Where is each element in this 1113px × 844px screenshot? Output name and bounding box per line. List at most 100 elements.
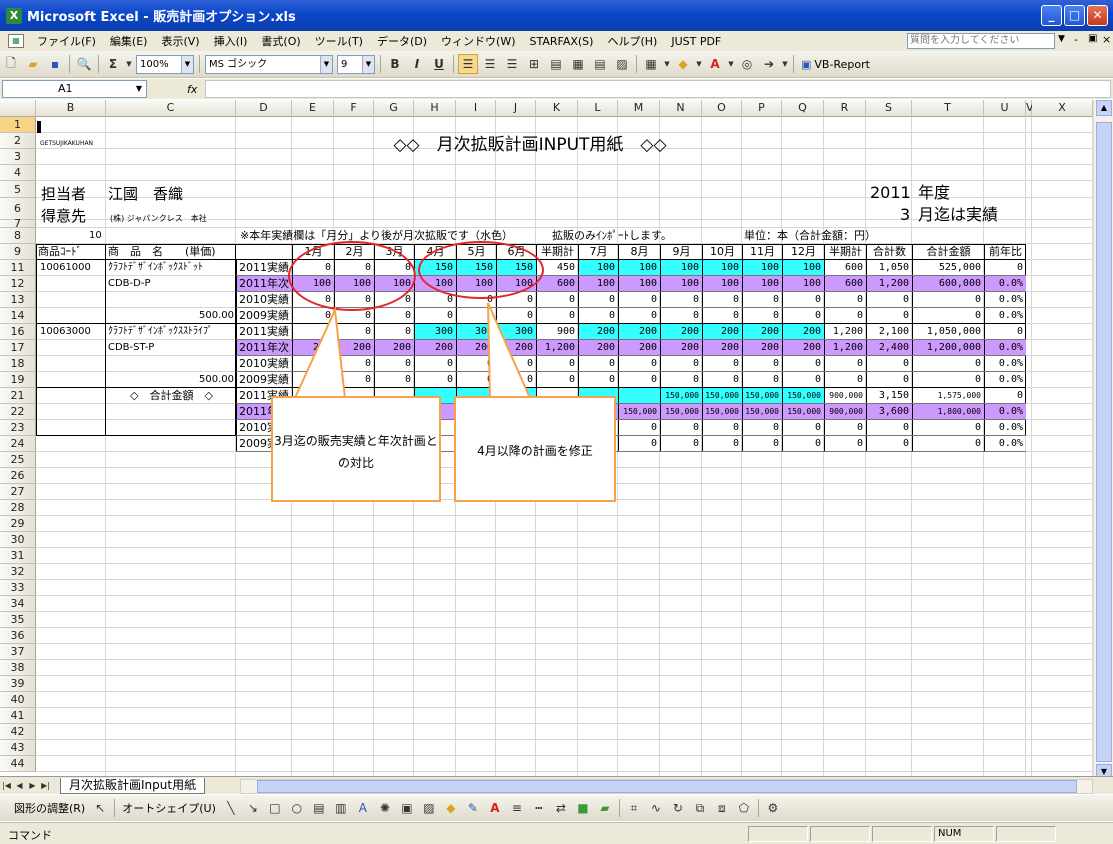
value-cell[interactable]: 1,200 bbox=[824, 324, 866, 340]
line-color-icon[interactable]: ✎ bbox=[463, 798, 483, 818]
row-header-16[interactable]: 16 bbox=[0, 324, 36, 340]
value-cell[interactable]: 150,000 bbox=[782, 388, 824, 404]
value-cell[interactable]: 0 bbox=[742, 420, 782, 436]
column-header-g[interactable]: G bbox=[374, 100, 414, 117]
close-button[interactable]: ✕ bbox=[1087, 5, 1108, 26]
value-cell[interactable]: 0 bbox=[866, 292, 912, 308]
value-cell[interactable]: 0 bbox=[292, 372, 334, 388]
value-cell[interactable]: 525,000 bbox=[912, 260, 984, 276]
value-cell[interactable]: 0 bbox=[742, 292, 782, 308]
menu-format[interactable]: 書式(O) bbox=[254, 33, 307, 49]
column-header-t[interactable]: T bbox=[912, 100, 984, 117]
value-cell[interactable]: 0 bbox=[618, 372, 660, 388]
row-header-28[interactable]: 28 bbox=[0, 500, 36, 516]
help-dropdown-arrow-icon[interactable]: ▼ bbox=[1058, 34, 1065, 44]
row-header-44[interactable]: 44 bbox=[0, 756, 36, 772]
row-header-11[interactable]: 11 bbox=[0, 260, 36, 276]
value-cell[interactable]: 300 bbox=[414, 324, 456, 340]
next-sheet-icon[interactable]: ▶ bbox=[26, 781, 39, 790]
value-cell[interactable]: 100 bbox=[782, 260, 824, 276]
value-cell[interactable]: 0 bbox=[536, 308, 578, 324]
value-cell[interactable]: 0 bbox=[414, 308, 456, 324]
value-cell[interactable]: 900 bbox=[536, 324, 578, 340]
value-cell[interactable]: 300 bbox=[496, 324, 536, 340]
value-cell[interactable]: 0 bbox=[984, 324, 1026, 340]
document-icon[interactable]: ▦ bbox=[8, 34, 24, 48]
value-cell[interactable]: 200 bbox=[618, 340, 660, 356]
column-header-n[interactable]: N bbox=[660, 100, 702, 117]
value-cell[interactable]: 600 bbox=[824, 260, 866, 276]
last-sheet-icon[interactable]: ▶| bbox=[39, 781, 52, 790]
font-name-select[interactable]: MS ゴシック ▼ bbox=[205, 54, 333, 74]
value-cell[interactable]: 0 bbox=[292, 324, 334, 340]
value-cell[interactable]: 0 bbox=[578, 308, 618, 324]
select-pointer-icon[interactable]: ↖ bbox=[90, 798, 110, 818]
value-cell[interactable]: 2,400 bbox=[866, 340, 912, 356]
value-cell[interactable]: 200 bbox=[660, 324, 702, 340]
value-cell[interactable]: 0 bbox=[984, 260, 1026, 276]
column-header-o[interactable]: O bbox=[702, 100, 742, 117]
column-header-c[interactable]: C bbox=[106, 100, 236, 117]
shadow-icon[interactable]: ■ bbox=[573, 798, 593, 818]
value-cell[interactable]: 100 bbox=[660, 276, 702, 292]
value-cell[interactable]: 0 bbox=[702, 436, 742, 452]
form-icon[interactable]: ▨ bbox=[612, 54, 632, 74]
value-cell[interactable]: 0 bbox=[496, 356, 536, 372]
scroll-up-icon[interactable]: ▲ bbox=[1096, 100, 1112, 116]
value-cell[interactable]: 0 bbox=[912, 356, 984, 372]
value-cell[interactable]: 0 bbox=[292, 308, 334, 324]
column-header-b[interactable]: B bbox=[36, 100, 106, 117]
value-cell[interactable]: 0.0% bbox=[984, 276, 1026, 292]
value-cell[interactable]: 0 bbox=[702, 372, 742, 388]
value-cell[interactable]: 100 bbox=[618, 260, 660, 276]
value-cell[interactable]: 0 bbox=[536, 292, 578, 308]
menu-data[interactable]: データ(D) bbox=[370, 33, 434, 49]
value-cell[interactable]: 200 bbox=[782, 340, 824, 356]
value-cell[interactable]: 200 bbox=[496, 340, 536, 356]
value-cell[interactable]: 0.0% bbox=[984, 404, 1026, 420]
column-header-j[interactable]: J bbox=[496, 100, 536, 117]
row-header-38[interactable]: 38 bbox=[0, 660, 36, 676]
fill-color-dropdown-icon[interactable]: ▼ bbox=[695, 54, 703, 74]
value-cell[interactable]: 0.0% bbox=[984, 436, 1026, 452]
menu-tools[interactable]: ツール(T) bbox=[308, 33, 370, 49]
value-cell[interactable]: 200 bbox=[334, 340, 374, 356]
zoom-dropdown-icon[interactable]: ▼ bbox=[181, 55, 193, 73]
group-icon[interactable]: ⧉ bbox=[690, 798, 710, 818]
font-size-dropdown-icon[interactable]: ▼ bbox=[362, 55, 374, 73]
row-header-12[interactable]: 12 bbox=[0, 276, 36, 292]
value-cell[interactable]: 0 bbox=[866, 436, 912, 452]
column-header-d[interactable]: D bbox=[236, 100, 292, 117]
value-cell[interactable]: 0 bbox=[782, 436, 824, 452]
value-cell[interactable]: 0 bbox=[618, 292, 660, 308]
arrow-icon[interactable]: ↘ bbox=[243, 798, 263, 818]
row-header-26[interactable]: 26 bbox=[0, 468, 36, 484]
column-header-m[interactable]: M bbox=[618, 100, 660, 117]
value-cell[interactable]: 0 bbox=[456, 356, 496, 372]
column-header-x[interactable]: X bbox=[1032, 100, 1093, 117]
shapes-icon[interactable]: ⬠ bbox=[734, 798, 754, 818]
value-cell[interactable]: 0 bbox=[912, 308, 984, 324]
column-header-h[interactable]: H bbox=[414, 100, 456, 117]
value-cell[interactable]: 200 bbox=[374, 340, 414, 356]
horizontal-scrollbar[interactable] bbox=[240, 779, 1093, 794]
sheet-tab[interactable]: 月次拡販計画Input用紙 bbox=[60, 777, 206, 794]
value-cell[interactable]: 100 bbox=[782, 276, 824, 292]
table-rows-icon[interactable]: ▤ bbox=[590, 54, 610, 74]
excel-app-icon[interactable]: X bbox=[6, 7, 22, 24]
value-cell[interactable]: 0 bbox=[292, 356, 334, 372]
row-header-33[interactable]: 33 bbox=[0, 580, 36, 596]
value-cell[interactable]: 0.0% bbox=[984, 308, 1026, 324]
value-cell[interactable]: 0 bbox=[742, 436, 782, 452]
value-cell[interactable]: 200 bbox=[742, 340, 782, 356]
value-cell[interactable]: 100 bbox=[702, 276, 742, 292]
value-cell[interactable]: 900,000 bbox=[824, 388, 866, 404]
value-cell[interactable]: 0 bbox=[496, 372, 536, 388]
borders-dropdown-icon[interactable]: ▼ bbox=[663, 54, 671, 74]
row-header-29[interactable]: 29 bbox=[0, 516, 36, 532]
value-cell[interactable]: 0 bbox=[660, 372, 702, 388]
row-header-13[interactable]: 13 bbox=[0, 292, 36, 308]
row-header-9[interactable]: 9 bbox=[0, 244, 36, 260]
ungroup-icon[interactable]: ⧈ bbox=[712, 798, 732, 818]
value-cell[interactable]: 200 bbox=[578, 340, 618, 356]
